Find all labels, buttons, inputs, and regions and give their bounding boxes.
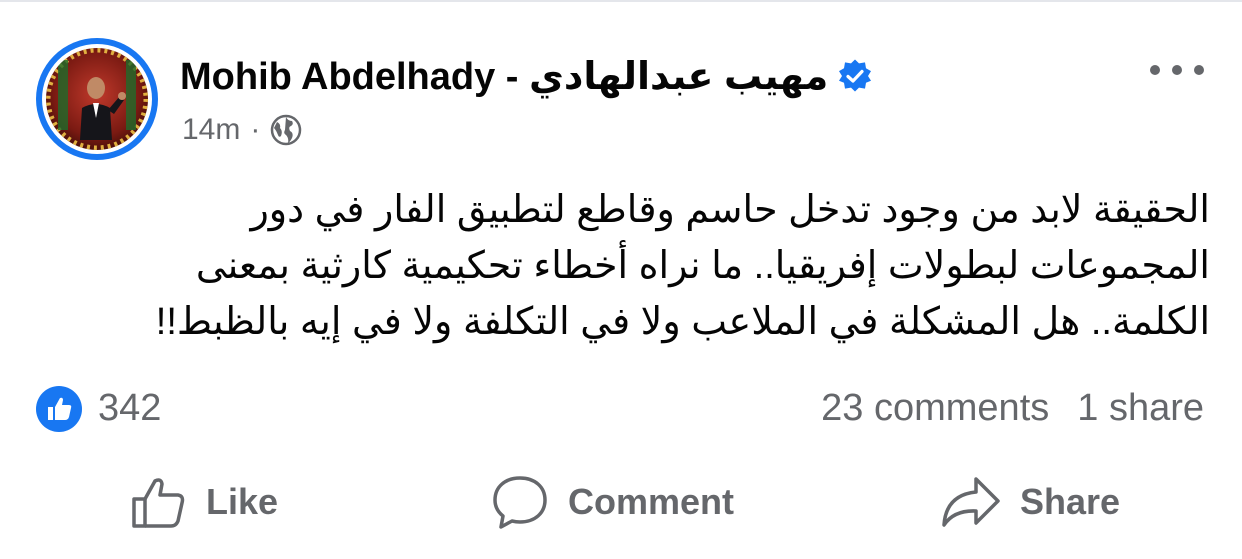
shares-count[interactable]: 1 share	[1077, 384, 1204, 432]
speech-bubble-icon	[493, 476, 547, 529]
share-arrow-icon	[942, 477, 1000, 527]
more-dot	[1194, 65, 1204, 75]
post-body-line: الكلمة.. هل المشكلة في الملاعب ولا في ال…	[155, 301, 1210, 343]
post-time[interactable]: 14m	[182, 113, 240, 147]
like-label: Like	[206, 481, 279, 522]
author-name-row: Mohib Abdelhady - مهيب عبدالهادي	[180, 50, 872, 102]
post-body-line: المجموعات لبطولات إفريقيا.. ما نراه أخطا…	[195, 245, 1210, 287]
globe-icon[interactable]	[270, 114, 302, 146]
author-avatar[interactable]	[36, 38, 158, 160]
meta-separator: ·	[250, 113, 261, 146]
comment-label: Comment	[568, 481, 735, 522]
more-dot	[1172, 65, 1182, 75]
feed-post: Mohib Abdelhady - مهيب عبدالهادي 14m · ا…	[0, 0, 1242, 559]
reaction-count[interactable]: 342	[98, 384, 161, 432]
post-body: الحقيقة لابد من وجود تدخل حاسم وقاطع لتط…	[60, 182, 1210, 350]
comments-count[interactable]: 23 comments	[821, 384, 1049, 432]
thumbs-up-icon[interactable]	[36, 386, 82, 432]
comment-button[interactable]: Comment	[490, 462, 734, 542]
engagement-stats: 23 comments 1 share	[821, 384, 1204, 432]
avatar-image	[46, 48, 148, 150]
more-options-icon[interactable]	[1150, 60, 1204, 80]
share-label: Share	[1020, 481, 1121, 522]
like-button[interactable]: Like	[130, 462, 278, 542]
post-meta: 14m ·	[182, 110, 302, 150]
author-name[interactable]: Mohib Abdelhady - مهيب عبدالهادي	[180, 54, 828, 99]
thumbs-up-outline-icon	[132, 478, 185, 528]
share-button[interactable]: Share	[940, 462, 1120, 542]
post-body-line: الحقيقة لابد من وجود تدخل حاسم وقاطع لتط…	[250, 189, 1210, 231]
more-dot	[1150, 65, 1160, 75]
post-actions-bar: Like Comment Share	[0, 462, 1242, 542]
top-divider	[0, 0, 1242, 2]
verified-badge-icon	[839, 59, 872, 92]
